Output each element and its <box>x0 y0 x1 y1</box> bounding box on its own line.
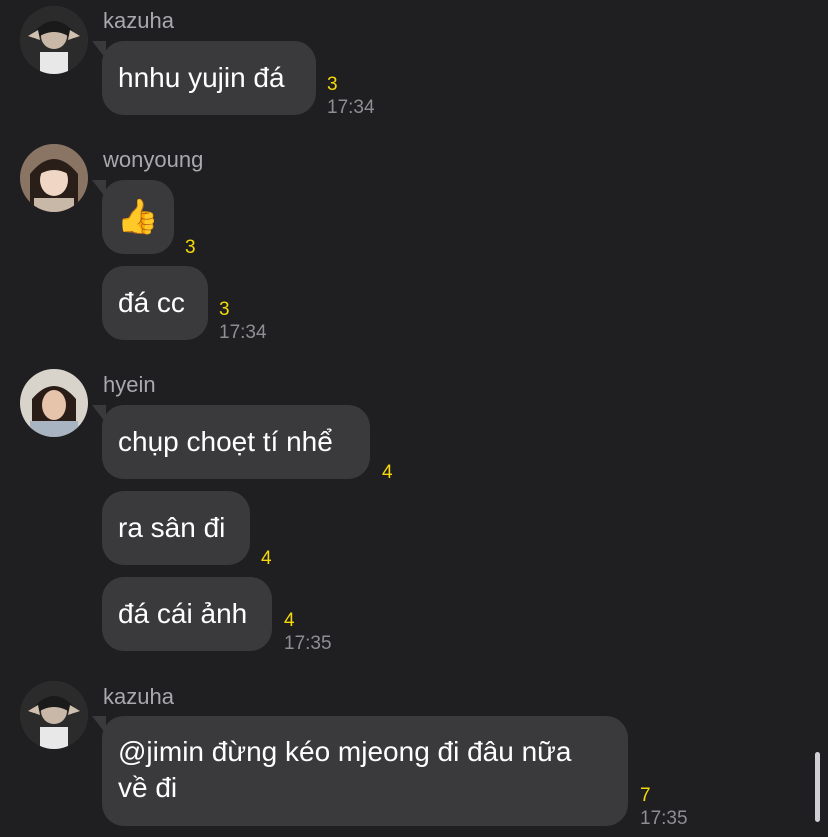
message-time: 17:34 <box>219 322 267 343</box>
message-bubble[interactable]: hnhu yujin đá <box>92 41 316 115</box>
avatar[interactable] <box>20 6 88 74</box>
message-text: chụp choẹt tí nhể <box>118 426 333 457</box>
sender-name: kazuha <box>103 684 174 709</box>
avatar[interactable] <box>20 369 88 437</box>
message-bubble[interactable]: 👍 <box>92 180 174 254</box>
message-text-line: @jimin đừng kéo mjeong đi đâu nữa <box>118 736 572 767</box>
avatar-wonyoung-icon <box>20 144 88 212</box>
message-bubble[interactable]: đá cái ảnh <box>102 577 272 651</box>
read-count: 7 <box>640 785 651 806</box>
message-text: đá cc <box>118 287 185 318</box>
thumbs-up-icon: 👍 <box>116 198 160 236</box>
avatar-kazuha-icon <box>20 681 88 749</box>
read-count: 4 <box>382 462 393 483</box>
message-bubble[interactable]: ra sân đi <box>102 491 250 565</box>
avatar-kazuha-icon <box>20 6 88 74</box>
message-bubble[interactable]: @jimin đừng kéo mjeong đi đâu nữa về đi <box>92 716 628 826</box>
message-time: 17:35 <box>284 633 332 654</box>
sender-name: wonyoung <box>103 147 204 172</box>
sender-name: hyein <box>103 372 156 397</box>
message-time: 17:35 <box>640 808 688 829</box>
avatar[interactable] <box>20 681 88 749</box>
avatar-hyein-icon <box>20 369 88 437</box>
sender-name: kazuha <box>103 8 174 33</box>
message-text-line: về đi <box>118 772 178 803</box>
avatar[interactable] <box>20 144 88 212</box>
read-count: 4 <box>261 548 272 569</box>
message-time: 17:34 <box>327 97 375 118</box>
read-count: 3 <box>219 299 230 320</box>
scrollbar[interactable] <box>815 752 820 822</box>
message-text: ra sân đi <box>118 512 226 543</box>
read-count: 3 <box>327 74 338 95</box>
message-text: hnhu yujin đá <box>118 62 285 93</box>
read-count: 3 <box>185 237 196 258</box>
message-bubble[interactable]: chụp choẹt tí nhể <box>92 405 370 479</box>
message-text: đá cái ảnh <box>118 598 248 629</box>
message-bubble[interactable]: đá cc <box>102 266 208 340</box>
read-count: 4 <box>284 610 295 631</box>
